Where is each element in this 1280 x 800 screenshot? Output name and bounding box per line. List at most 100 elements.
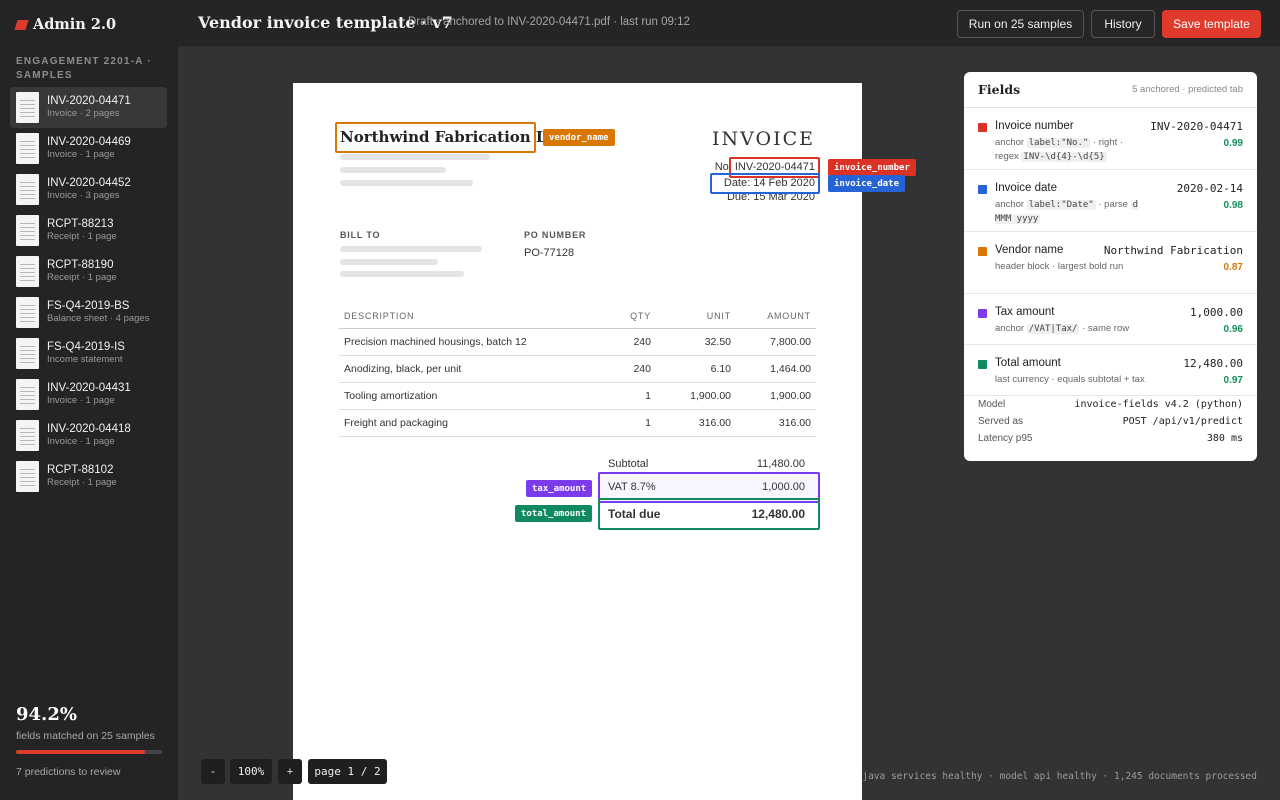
sample-item[interactable]: RCPT-88190 Receipt · 1 page — [10, 251, 167, 292]
cell-amount: 1,464.00 — [736, 355, 816, 383]
field-confidence: 0.98 — [1223, 200, 1243, 211]
document-icon — [16, 174, 39, 205]
meta-label: Served as — [978, 416, 1024, 427]
review-link[interactable]: 7 predictions to review — [16, 766, 162, 778]
sample-meta: Invoice · 1 page — [47, 436, 115, 447]
sample-text: INV-2020-04452 Invoice · 3 pages — [47, 177, 131, 202]
sample-meta: Invoice · 3 pages — [47, 190, 120, 201]
doc-title: INVOICE — [711, 128, 815, 150]
sample-item[interactable]: INV-2020-04471 Invoice · 2 pages — [10, 87, 167, 128]
field-rule: header block · largest bold run — [995, 260, 1145, 273]
field-color-swatch — [978, 185, 987, 194]
subtotal-row: Subtotal 11,480.00 — [598, 458, 815, 470]
model-meta-row: Model invoice-fields v4.2 (python) — [978, 396, 1243, 413]
field-row[interactable]: Invoice date 2020-02-14 anchor label:"Date… — [964, 170, 1257, 232]
field-desc-text: · parse — [1095, 199, 1131, 210]
cell-amount: 1,900.00 — [736, 382, 816, 410]
field-color-swatch — [978, 309, 987, 318]
line-items-table: DESCRIPTION QTY UNIT AMOUNT Precision ma… — [339, 305, 816, 437]
field-color-swatch — [978, 247, 987, 256]
sample-item[interactable]: FS-Q4-2019-BS Balance sheet · 4 pages — [10, 292, 167, 333]
history-button[interactable]: History — [1091, 10, 1155, 38]
sample-item[interactable]: INV-2020-04452 Invoice · 3 pages — [10, 169, 167, 210]
match-percentage: 94.2% — [16, 704, 77, 725]
document-icon — [16, 338, 39, 369]
sample-meta: Invoice · 2 pages — [47, 108, 120, 119]
po-number-value: PO-77128 — [524, 247, 575, 259]
cell-description: Precision machined housings, batch 12 — [339, 328, 596, 356]
sample-item[interactable]: FS-Q4-2019-IS Income statement — [10, 333, 167, 374]
total-amount-box[interactable] — [598, 498, 820, 530]
field-row[interactable]: Invoice number INV-2020-04471 anchor label… — [964, 108, 1257, 170]
document-icon — [16, 297, 39, 328]
field-rule: anchor label:"No." · right · regex INV-\… — [995, 136, 1145, 164]
field-name: Total amount — [995, 357, 1061, 369]
invoice-date-tag[interactable]: invoice_date — [828, 175, 906, 192]
save-template-button[interactable]: Save template — [1162, 10, 1261, 38]
sample-item[interactable]: RCPT-88213 Receipt · 1 page — [10, 210, 167, 251]
cell-unit: 1,900.00 — [656, 382, 736, 410]
meta-value: POST /api/v1/predict — [1122, 416, 1243, 427]
document-icon — [16, 133, 39, 164]
field-desc-text: anchor — [995, 199, 1027, 210]
sample-item[interactable]: RCPT-88102 Receipt · 1 page — [10, 456, 167, 497]
table-row: Precision machined housings, batch 12 240… — [339, 328, 816, 356]
meta-value: invoice-fields v4.2 (python) — [1074, 399, 1243, 410]
table-row: Freight and packaging 1 316.00 316.00 — [339, 409, 816, 437]
match-stats: 94.2% fields matched on 25 samples 7 pre… — [16, 704, 162, 778]
field-row[interactable]: Vendor name Northwind Fabrication header b… — [964, 232, 1257, 294]
engagement-heading: ENGAGEMENT 2201-A · SAMPLES — [16, 56, 152, 81]
sample-item[interactable]: INV-2020-04469 Invoice · 1 page — [10, 128, 167, 169]
subtotal-value: 11,480.00 — [756, 458, 805, 470]
sample-list: INV-2020-04471 Invoice · 2 pages INV-2020-… — [10, 87, 167, 497]
subtotal-label: Subtotal — [608, 458, 649, 470]
sample-id: INV-2020-04431 — [47, 382, 131, 394]
zoom-in-button[interactable]: + — [278, 759, 302, 784]
col-description: DESCRIPTION — [339, 305, 596, 329]
sample-text: FS-Q4-2019-IS Income statement — [47, 341, 125, 366]
sample-text: RCPT-88102 Receipt · 1 page — [47, 464, 117, 489]
run-samples-button[interactable]: Run on 25 samples — [957, 10, 1084, 38]
vendor-name-tag[interactable]: vendor_name — [543, 129, 615, 146]
fields-panel-title: Fields — [978, 82, 1021, 97]
total-amount-tag[interactable]: total_amount — [515, 505, 593, 522]
cell-qty: 240 — [596, 355, 656, 383]
tax-amount-tag[interactable]: tax_amount — [526, 480, 593, 497]
vendor-name-box[interactable] — [335, 122, 536, 153]
field-pattern-code: INV-\d{4}-\d{5} — [1021, 152, 1107, 162]
brand[interactable]: Admin 2.0 — [14, 16, 116, 33]
cell-description: Tooling amortization — [339, 382, 596, 410]
sample-item[interactable]: INV-2020-04418 Invoice · 1 page — [10, 415, 167, 456]
sample-id: RCPT-88190 — [47, 259, 114, 271]
field-color-swatch — [978, 123, 987, 132]
field-row[interactable]: Tax amount 1,000.00 anchor /VAT|Tax/ · sam… — [964, 294, 1257, 345]
field-row[interactable]: Total amount 12,480.00 last currency · equ… — [964, 345, 1257, 396]
po-number-label: PO NUMBER — [524, 230, 587, 240]
zoom-out-button[interactable]: - — [201, 759, 225, 784]
col-unit: UNIT — [656, 305, 736, 329]
fields-panel: Fields 5 anchored · predicted tab Invoic… — [964, 72, 1257, 461]
line-items-body: Precision machined housings, batch 12 240… — [339, 328, 816, 437]
sample-text: FS-Q4-2019-BS Balance sheet · 4 pages — [47, 300, 149, 325]
sample-id: INV-2020-04418 — [47, 423, 131, 435]
document-icon — [16, 215, 39, 246]
model-meta-row: Latency p95 380 ms — [978, 430, 1243, 447]
document-icon — [16, 461, 39, 492]
field-color-swatch — [978, 360, 987, 369]
field-desc-text: anchor — [995, 137, 1027, 148]
field-value: Northwind Fabrication — [1103, 244, 1243, 257]
invoice-number-tag[interactable]: invoice_number — [828, 159, 916, 176]
match-progress-fill — [16, 750, 146, 754]
invoice-date-box[interactable] — [710, 173, 820, 194]
zoom-level[interactable]: 100% — [230, 759, 272, 784]
page-indicator[interactable]: page 1 / 2 — [308, 759, 387, 784]
cell-unit: 6.10 — [656, 355, 736, 383]
sample-item[interactable]: INV-2020-04431 Invoice · 1 page — [10, 374, 167, 415]
sample-meta: Receipt · 1 page — [47, 231, 117, 242]
field-rule: anchor label:"Date" · parse d MMM yyyy — [995, 198, 1145, 226]
fields-panel-header: Fields 5 anchored · predicted tab — [964, 72, 1257, 108]
field-name: Vendor name — [995, 244, 1064, 256]
document-icon — [16, 379, 39, 410]
sample-text: RCPT-88190 Receipt · 1 page — [47, 259, 117, 284]
placeholder-line — [340, 167, 446, 173]
